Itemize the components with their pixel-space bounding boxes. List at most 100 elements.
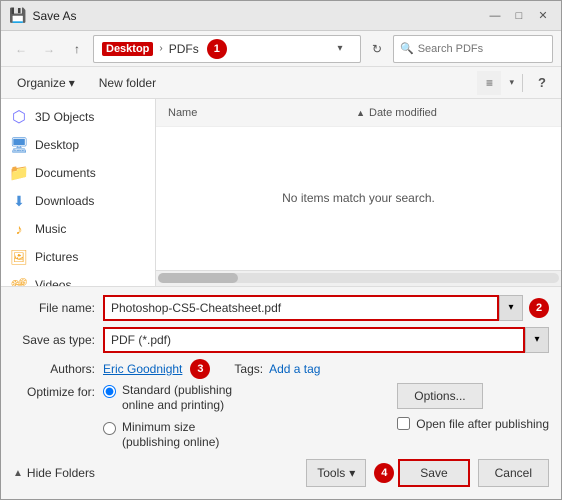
toolbar: Organize ▾ New folder ≡ ▾ ?: [1, 67, 561, 99]
filename-input-container: ▾: [103, 295, 523, 321]
column-header: Name ▲ Date modified: [156, 99, 561, 127]
up-button[interactable]: ↑: [65, 37, 89, 61]
filetype-label: Save as type:: [13, 333, 103, 347]
tags-placeholder[interactable]: Add a tag: [269, 362, 320, 376]
filetype-input-container: ▾: [103, 327, 549, 353]
filetype-dropdown-arrow[interactable]: ▾: [525, 327, 549, 353]
sidebar-item-pictures[interactable]: 🖼 Pictures: [1, 243, 155, 271]
options-button[interactable]: Options...: [397, 383, 482, 409]
open-after-label: Open file after publishing: [416, 417, 549, 431]
title-bar: 💾 Save As — □ ✕: [1, 1, 561, 31]
breadcrumb-arrow: ›: [159, 43, 162, 54]
sidebar-item-videos[interactable]: 📽 Videos: [1, 271, 155, 286]
forward-button[interactable]: →: [37, 37, 61, 61]
annotation-badge-4: 4: [374, 463, 394, 483]
horizontal-scrollbar[interactable]: [156, 270, 561, 286]
optimize-options-row: Optimize for: Standard (publishing onlin…: [13, 383, 549, 451]
dialog-icon: 💾: [9, 7, 26, 24]
minimum-label: Minimum size (publishing online): [122, 420, 219, 451]
maximize-button[interactable]: □: [509, 6, 529, 26]
sidebar-item-3dobjects[interactable]: ⬡ 3D Objects: [1, 103, 155, 131]
3dobjects-icon: ⬡: [9, 107, 29, 127]
pictures-icon: 🖼: [9, 247, 29, 267]
tags-label: Tags:: [234, 362, 263, 376]
tools-button[interactable]: Tools ▾: [306, 459, 366, 487]
standard-option: Standard (publishing online and printing…: [103, 383, 232, 414]
refresh-button[interactable]: ↻: [365, 37, 389, 61]
save-button-container: 4 Save: [374, 459, 469, 487]
search-bar: 🔍: [393, 35, 553, 63]
filetype-input[interactable]: [103, 327, 525, 353]
optimize-section: Optimize for: Standard (publishing onlin…: [13, 383, 232, 451]
hide-folders-arrow-icon: ▲: [13, 468, 23, 479]
scroll-thumb[interactable]: [158, 273, 238, 283]
main-area: Name ▲ Date modified No items match your…: [156, 99, 561, 286]
hide-folders-label: Hide Folders: [27, 466, 95, 480]
downloads-icon: ⬇: [9, 191, 29, 211]
save-button[interactable]: Save: [398, 459, 469, 487]
filename-input[interactable]: [103, 295, 499, 321]
sidebar: ⬡ 3D Objects 🖥 Desktop 📁 Documents ⬇ Dow…: [1, 99, 156, 286]
desktop-icon: 🖥: [9, 135, 29, 155]
search-input[interactable]: [418, 43, 546, 55]
sidebar-item-label: Downloads: [35, 194, 94, 208]
address-bar[interactable]: Desktop › PDFs 1 ▾: [93, 35, 361, 63]
videos-icon: 📽: [9, 275, 29, 286]
scroll-track: [158, 273, 559, 283]
col-date-header: Date modified: [369, 107, 549, 119]
authors-value[interactable]: Eric Goodnight: [103, 362, 182, 376]
cancel-button[interactable]: Cancel: [478, 459, 549, 487]
filetype-row: Save as type: ▾: [13, 327, 549, 353]
open-after-row: Open file after publishing: [397, 417, 549, 431]
address-current: PDFs: [169, 42, 199, 56]
help-button[interactable]: ?: [531, 72, 553, 94]
content-area: ⬡ 3D Objects 🖥 Desktop 📁 Documents ⬇ Dow…: [1, 99, 561, 286]
view-arrow-icon: ▾: [509, 77, 514, 88]
sidebar-item-label: 3D Objects: [35, 110, 94, 124]
sidebar-item-downloads[interactable]: ⬇ Downloads: [1, 187, 155, 215]
music-icon: ♪: [9, 219, 29, 239]
minimize-button[interactable]: —: [485, 6, 505, 26]
organize-label: Organize: [17, 76, 66, 90]
sidebar-item-label: Documents: [35, 166, 96, 180]
hide-folders-button[interactable]: ▲ Hide Folders: [13, 466, 95, 480]
right-panel: Options... Open file after publishing: [385, 383, 549, 431]
dialog-title: Save As: [32, 9, 485, 23]
address-dropdown-arrow[interactable]: ▾: [328, 37, 352, 61]
tools-arrow-icon: ▾: [349, 466, 355, 480]
annotation-badge-2: 2: [529, 298, 549, 318]
authors-label: Authors:: [13, 362, 103, 376]
back-button[interactable]: ←: [9, 37, 33, 61]
minimum-radio[interactable]: [103, 422, 116, 435]
new-folder-label: New folder: [99, 76, 156, 90]
sidebar-item-label: Pictures: [35, 250, 78, 264]
bottom-section: File name: ▾ 2 Save as type: ▾ Authors: …: [1, 286, 561, 499]
sidebar-item-music[interactable]: ♪ Music: [1, 215, 155, 243]
col-name-header: Name: [168, 107, 356, 119]
sort-arrow-icon: ▲: [356, 108, 365, 118]
close-button[interactable]: ✕: [533, 6, 553, 26]
save-as-dialog: 💾 Save As — □ ✕ ← → ↑ Desktop › PDFs 1 ▾…: [0, 0, 562, 500]
open-after-checkbox[interactable]: [397, 417, 410, 430]
filename-row: File name: ▾ 2: [13, 295, 549, 321]
standard-radio[interactable]: [103, 385, 116, 398]
new-folder-button[interactable]: New folder: [91, 71, 164, 95]
authors-tags-row: Authors: Eric Goodnight 3 Tags: Add a ta…: [13, 359, 549, 379]
sidebar-item-label: Music: [35, 222, 66, 236]
organize-button[interactable]: Organize ▾: [9, 71, 83, 95]
search-icon: 🔍: [400, 42, 414, 55]
minimum-option: Minimum size (publishing online): [103, 420, 232, 451]
view-icon[interactable]: ≡: [477, 71, 501, 95]
filename-dropdown-arrow[interactable]: ▾: [499, 295, 523, 321]
sidebar-item-documents[interactable]: 📁 Documents: [1, 159, 155, 187]
toolbar-separator: [522, 74, 523, 92]
address-prefix: Desktop: [102, 42, 153, 56]
annotation-badge-3: 3: [190, 359, 210, 379]
sidebar-item-desktop[interactable]: 🖥 Desktop: [1, 131, 155, 159]
annotation-badge-1: 1: [207, 39, 227, 59]
optimize-options: Standard (publishing online and printing…: [103, 383, 232, 451]
no-items-message: No items match your search.: [282, 191, 435, 205]
action-row: ▲ Hide Folders Tools ▾ 4 Save Cancel: [13, 451, 549, 491]
organize-arrow: ▾: [69, 76, 75, 90]
documents-icon: 📁: [9, 163, 29, 183]
